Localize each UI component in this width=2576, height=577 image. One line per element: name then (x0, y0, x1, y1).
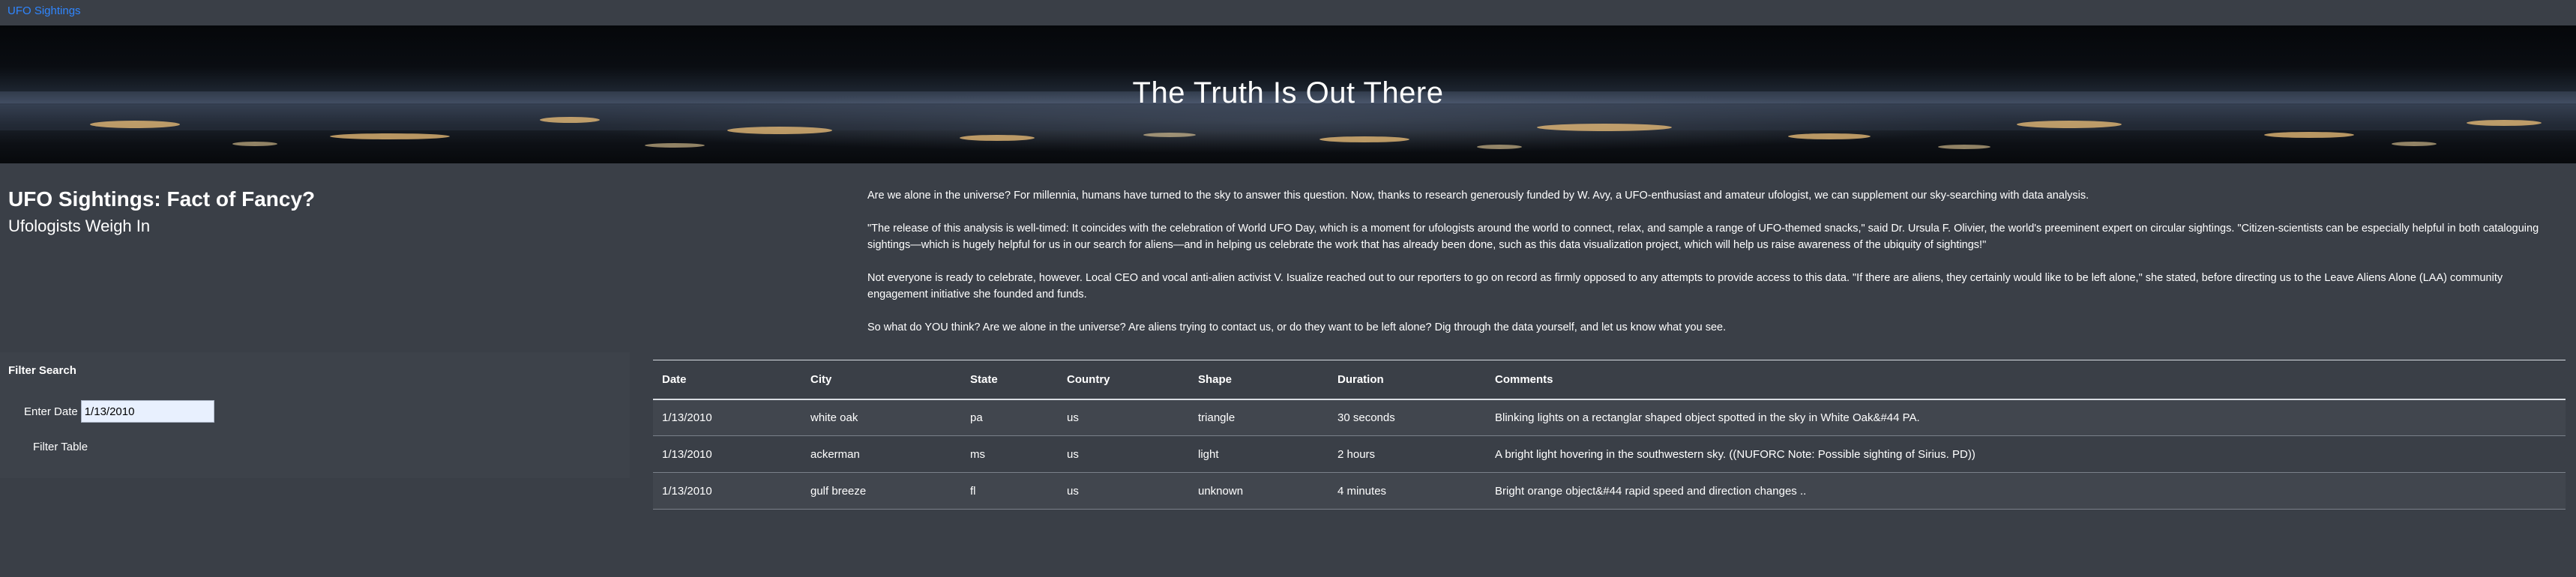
column-header-comments: Comments (1486, 360, 2566, 400)
table-row: 1/13/2010 gulf breeze fl us unknown 4 mi… (653, 472, 2566, 510)
page-subtitle: Ufologists Weigh In (8, 217, 151, 235)
cell-city: ackerman (801, 435, 961, 473)
article-body: Are we alone in the universe? For millen… (867, 187, 2566, 352)
column-header-shape: Shape (1189, 360, 1328, 400)
cell-city: white oak (801, 399, 961, 436)
cell-duration: 2 hours (1328, 435, 1486, 473)
cell-date: 1/13/2010 (653, 399, 801, 436)
date-input[interactable] (80, 400, 214, 423)
hero-banner: The Truth Is Out There (0, 25, 2576, 163)
cell-state: pa (961, 399, 1058, 436)
article-paragraph: Are we alone in the universe? For millen… (867, 190, 2089, 202)
table-row: 1/13/2010 ackerman ms us light 2 hours A… (653, 435, 2566, 473)
filter-table-button[interactable]: Filter Table (24, 436, 97, 458)
cell-city: gulf breeze (801, 472, 961, 510)
cell-date: 1/13/2010 (653, 472, 801, 510)
cell-duration: 4 minutes (1328, 472, 1486, 510)
column-header-country: Country (1058, 360, 1189, 400)
page-title: UFO Sightings: Fact of Fancy? (8, 187, 316, 211)
hero-title: The Truth Is Out There (1132, 76, 1444, 109)
cell-comments: Bright orange object&#44 rapid speed and… (1486, 472, 2566, 510)
cell-shape: unknown (1189, 472, 1328, 510)
cell-shape: triangle (1189, 399, 1328, 436)
ufo-table: Date City State Country Shape Duration C… (653, 360, 2566, 510)
ufo-table-container: Date City State Country Shape Duration C… (653, 360, 2566, 510)
cell-comments: Blinking lights on a rectanglar shaped o… (1486, 399, 2566, 436)
cell-comments: A bright light hovering in the southwest… (1486, 435, 2566, 473)
cell-state: ms (961, 435, 1058, 473)
column-header-city: City (801, 360, 961, 400)
filter-heading: Filter Search (8, 364, 76, 377)
article-paragraph: So what do YOU think? Are we alone in th… (867, 321, 1727, 333)
date-filter-row: Enter Date (24, 400, 214, 423)
cell-duration: 30 seconds (1328, 399, 1486, 436)
cell-state: fl (961, 472, 1058, 510)
column-header-date: Date (653, 360, 801, 400)
cell-country: us (1058, 435, 1189, 473)
column-header-state: State (961, 360, 1058, 400)
table-header-row: Date City State Country Shape Duration C… (653, 360, 2566, 400)
column-header-duration: Duration (1328, 360, 1486, 400)
cell-country: us (1058, 399, 1189, 436)
cell-country: us (1058, 472, 1189, 510)
navbar: UFO Sightings (0, 0, 2576, 25)
article-paragraph: Not everyone is ready to celebrate, howe… (867, 272, 2503, 300)
article-paragraph: "The release of this analysis is well-ti… (867, 223, 2539, 251)
brand-link[interactable]: UFO Sightings (7, 4, 81, 17)
table-row: 1/13/2010 white oak pa us triangle 30 se… (653, 399, 2566, 436)
filter-panel: Filter Search Enter Date Filter Table (0, 352, 630, 478)
date-input-label: Enter Date (24, 405, 78, 418)
cell-date: 1/13/2010 (653, 435, 801, 473)
cell-shape: light (1189, 435, 1328, 473)
